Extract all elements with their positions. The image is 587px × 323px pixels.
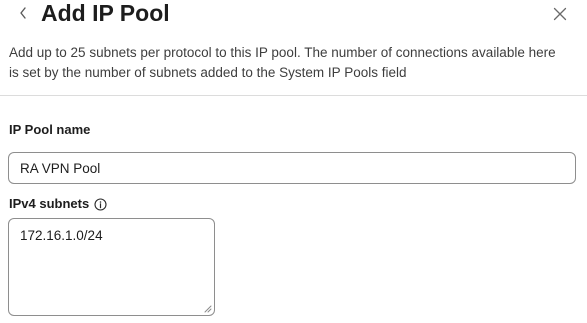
panel-header: Add IP Pool [0, 0, 587, 32]
pool-name-input[interactable] [8, 152, 576, 184]
close-icon [553, 7, 567, 21]
ipv4-subnets-textarea[interactable] [8, 218, 215, 316]
back-button[interactable] [13, 1, 33, 25]
resize-handle-icon[interactable] [202, 303, 212, 313]
info-icon[interactable] [94, 197, 107, 211]
panel-description: Add up to 25 subnets per protocol to thi… [9, 45, 556, 80]
close-button[interactable] [550, 4, 570, 24]
pool-name-label: IP Pool name [9, 122, 91, 137]
section-divider [0, 95, 587, 96]
page-title: Add IP Pool [41, 0, 170, 26]
ipv4-subnets-label-row: IPv4 subnets [9, 196, 107, 212]
ipv4-subnets-label: IPv4 subnets [9, 196, 90, 211]
add-ip-pool-panel: Add IP Pool Add up to 25 subnets per pro… [0, 0, 587, 323]
chevron-left-icon [20, 7, 26, 19]
